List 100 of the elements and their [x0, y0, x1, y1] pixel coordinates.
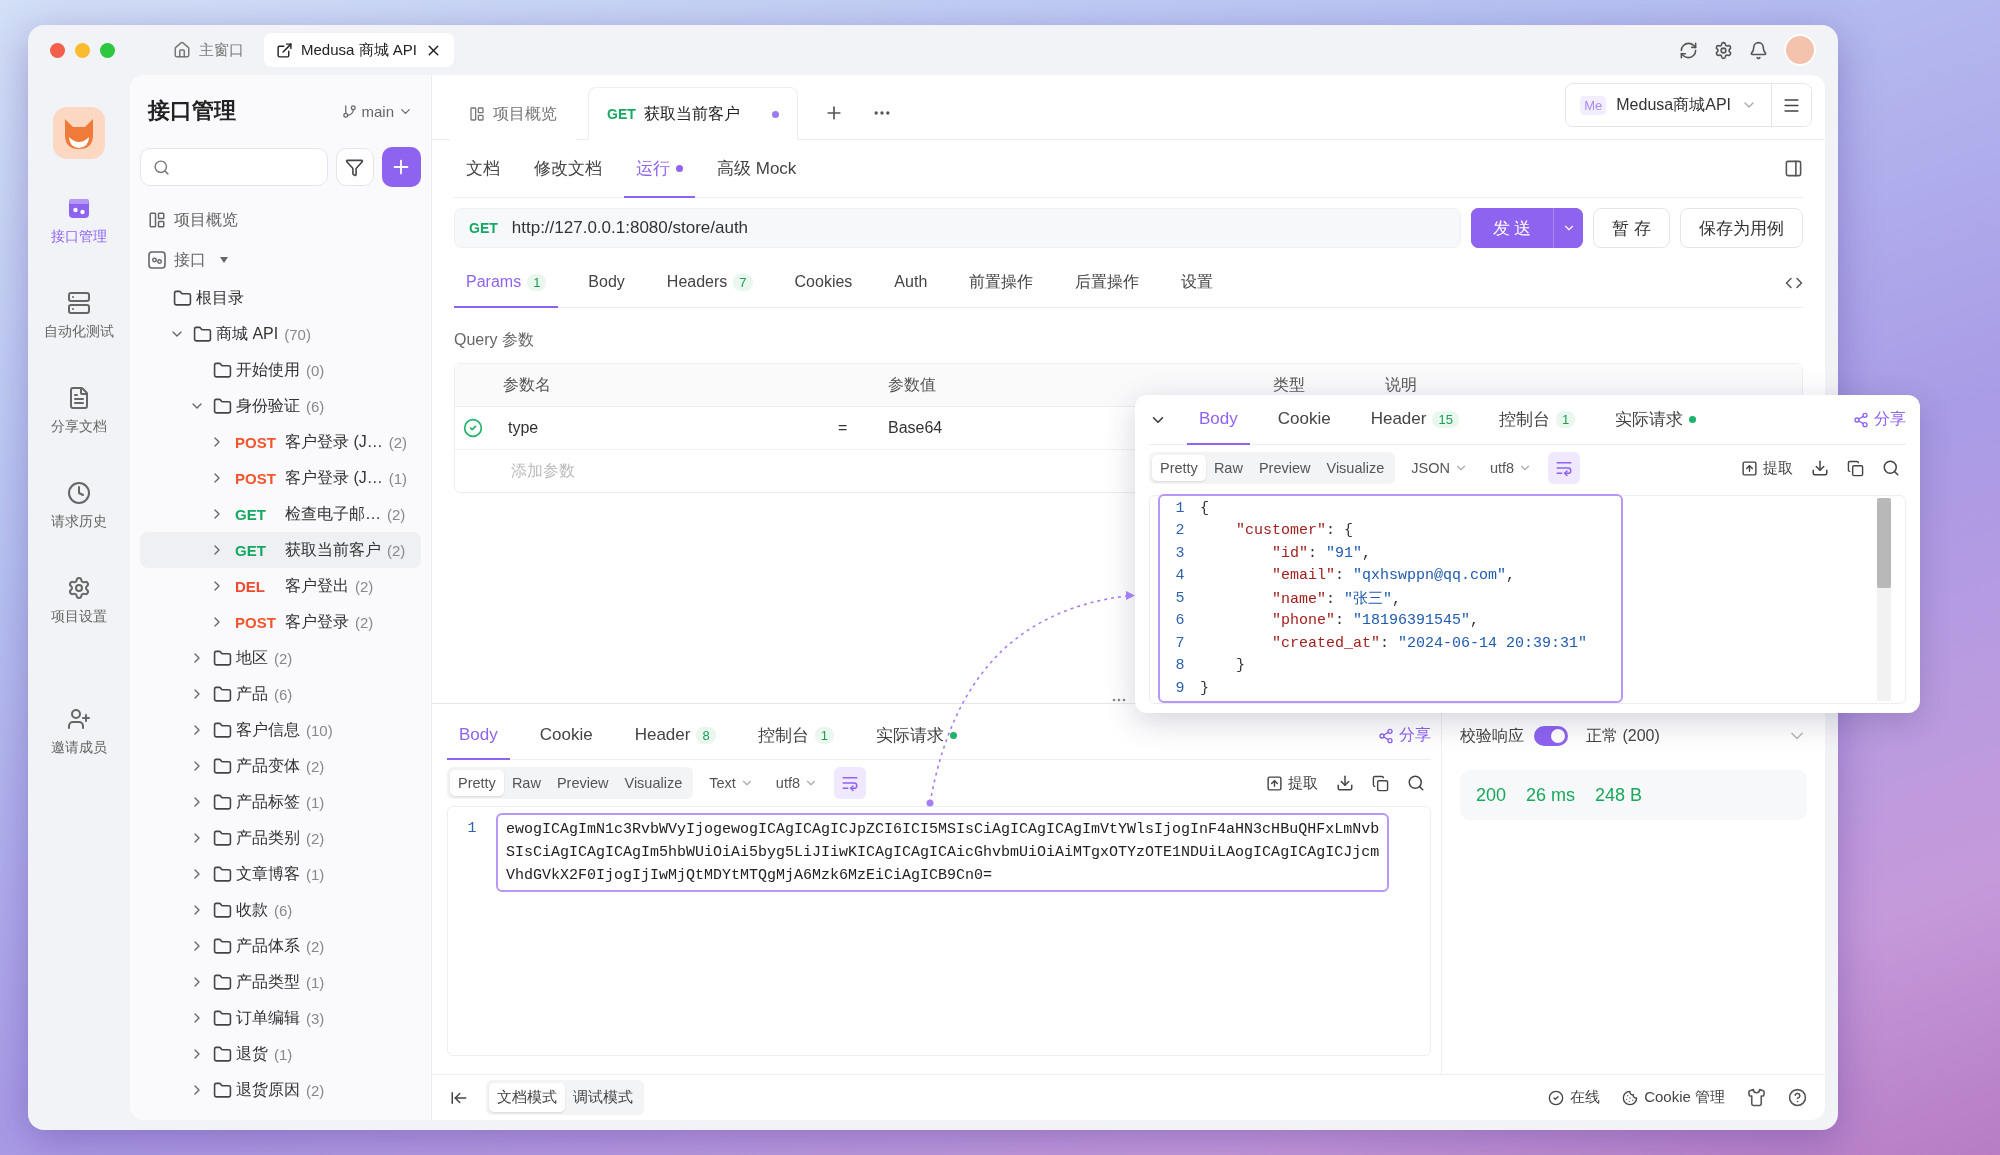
nav-item[interactable]: 接口管理: [32, 173, 126, 268]
tree-item[interactable]: 产品类别 (2): [140, 820, 421, 856]
item-label: 客户登录: [285, 611, 349, 632]
tab[interactable]: Body: [576, 258, 637, 308]
format-dropdown[interactable]: Text: [703, 775, 760, 791]
window-tab[interactable]: 主窗口: [161, 33, 256, 67]
tab[interactable]: Cookie: [527, 712, 605, 760]
extract-button[interactable]: 提取: [1260, 773, 1324, 793]
tree-item[interactable]: 客户信息 (10): [140, 712, 421, 748]
tree-item[interactable]: 退货原因 (2): [140, 1072, 421, 1108]
tree-item[interactable]: DEL 客户登出 (2): [140, 568, 421, 604]
wrap-button[interactable]: [1548, 452, 1581, 484]
tree-item[interactable]: 地区 (2): [140, 640, 421, 676]
tree-item[interactable]: GET 获取当前客户 (2): [140, 532, 421, 568]
tab[interactable]: Auth: [882, 258, 940, 308]
wrap-button[interactable]: [834, 767, 867, 799]
bell-icon[interactable]: [1749, 40, 1768, 60]
code-line: }: [1235, 657, 1245, 675]
tree-item[interactable]: POST 客户登录 (J… (1): [140, 460, 421, 496]
validation-label: 校验响应: [1460, 725, 1524, 746]
tree-item[interactable]: 商城 API (70): [140, 316, 421, 352]
tab[interactable]: Body: [1187, 395, 1250, 445]
view-option[interactable]: Pretty: [450, 770, 504, 796]
tab[interactable]: 前置操作: [957, 258, 1046, 308]
tree-item[interactable]: 身份验证 (6): [140, 388, 421, 424]
online-status[interactable]: 在线: [1548, 1088, 1601, 1107]
url-field[interactable]: GET http://127.0.0.1:8080/store/auth: [454, 208, 1461, 248]
panel-icon[interactable]: [1784, 159, 1803, 178]
help-icon[interactable]: [1788, 1088, 1807, 1107]
window-tab[interactable]: Medusa 商城 API: [264, 33, 454, 67]
drag-handle-icon[interactable]: [1112, 698, 1126, 702]
nav-item[interactable]: 邀请成员: [32, 684, 126, 779]
tab[interactable]: 高级 Mock: [705, 140, 809, 198]
nav-item[interactable]: 请求历史: [32, 458, 126, 553]
tree-item[interactable]: 产品 (6): [140, 676, 421, 712]
view-option[interactable]: Pretty: [1152, 455, 1206, 481]
cookie-manager[interactable]: Cookie 管理: [1622, 1088, 1725, 1107]
mode-option[interactable]: 调试模式: [565, 1083, 641, 1112]
nav-link[interactable]: 接口: [140, 240, 421, 280]
tab[interactable]: Body: [447, 712, 510, 760]
tree-item[interactable]: GET 检查电子邮… (2): [140, 496, 421, 532]
nav-link[interactable]: 项目概览: [140, 200, 421, 240]
tab[interactable]: 后置操作: [1063, 258, 1152, 308]
tab[interactable]: Cookies: [782, 258, 865, 308]
view-option[interactable]: Preview: [548, 770, 617, 796]
view-option[interactable]: Visualize: [616, 770, 691, 796]
tab[interactable]: Headers 7: [654, 258, 765, 308]
encoding-dropdown[interactable]: utf8: [769, 775, 825, 791]
share-link[interactable]: 分享: [1853, 409, 1906, 430]
view-option[interactable]: Raw: [503, 770, 549, 796]
extract-button[interactable]: 提取: [1735, 458, 1799, 478]
tab[interactable]: 修改文档: [522, 140, 614, 198]
tree-item[interactable]: 根目录: [140, 280, 421, 316]
nav-item[interactable]: 分享文档: [32, 363, 126, 458]
nav-item[interactable]: 自动化测试: [32, 268, 126, 363]
tab[interactable]: Params 1: [454, 258, 559, 308]
add-button[interactable]: [381, 147, 421, 187]
tab[interactable]: 实际请求: [863, 712, 969, 760]
view-option[interactable]: Visualize: [1318, 455, 1393, 481]
line-number: 5: [1174, 589, 1186, 607]
mode-option[interactable]: 文档模式: [489, 1083, 565, 1112]
tab[interactable]: 运行: [624, 140, 695, 198]
view-option[interactable]: Preview: [1250, 455, 1319, 481]
tree-item[interactable]: POST 客户登录 (2): [140, 604, 421, 640]
tree-item[interactable]: 退货 (1): [140, 1036, 421, 1072]
item-label: 检查电子邮…: [285, 503, 381, 524]
share-link[interactable]: 分享: [1378, 725, 1431, 746]
refresh-icon[interactable]: [1679, 40, 1698, 60]
tree-item[interactable]: 文章博客 (1): [140, 856, 421, 892]
view-option[interactable]: Raw: [1205, 455, 1251, 481]
tree-item[interactable]: 收款 (6): [140, 892, 421, 928]
tree-item[interactable]: 产品体系 (2): [140, 928, 421, 964]
save-button[interactable]: 暂 存: [1593, 208, 1670, 248]
tree-item[interactable]: POST 客户登录 (J… (2): [140, 424, 421, 460]
settings-icon[interactable]: [1714, 40, 1733, 60]
format-dropdown[interactable]: JSON: [1405, 460, 1474, 476]
encoding-dropdown[interactable]: utf8: [1483, 460, 1539, 476]
search-field[interactable]: [140, 148, 328, 186]
checked-icon[interactable]: [463, 418, 483, 438]
tab[interactable]: 文档: [454, 140, 512, 198]
filter-button[interactable]: [335, 148, 374, 186]
tree-item[interactable]: 产品标签 (1): [140, 784, 421, 820]
tree-item[interactable]: 订单编辑 (3): [140, 1000, 421, 1036]
folder-icon: [213, 828, 232, 848]
validation-toggle[interactable]: [1534, 726, 1568, 746]
tab[interactable]: Header 8: [622, 712, 728, 760]
save-case-button[interactable]: 保存为用例: [1680, 208, 1803, 248]
tab[interactable]: 设置: [1169, 258, 1226, 308]
tree-item[interactable]: 产品类型 (1): [140, 964, 421, 1000]
branch-selector[interactable]: main: [342, 102, 413, 120]
item-count: (0): [306, 361, 325, 379]
shirt-icon[interactable]: [1747, 1088, 1766, 1107]
tree-item[interactable]: 开始使用 (0): [140, 352, 421, 388]
document-tab[interactable]: GET 获取当前客户: [588, 87, 798, 140]
nav-item[interactable]: 项目设置: [32, 553, 126, 648]
close-button[interactable]: [50, 42, 65, 58]
item-count: (2): [306, 757, 325, 775]
tab[interactable]: 控制台 1: [745, 712, 846, 760]
send-options-button[interactable]: [1553, 208, 1584, 248]
tree-item[interactable]: 产品变体 (2): [140, 748, 421, 784]
